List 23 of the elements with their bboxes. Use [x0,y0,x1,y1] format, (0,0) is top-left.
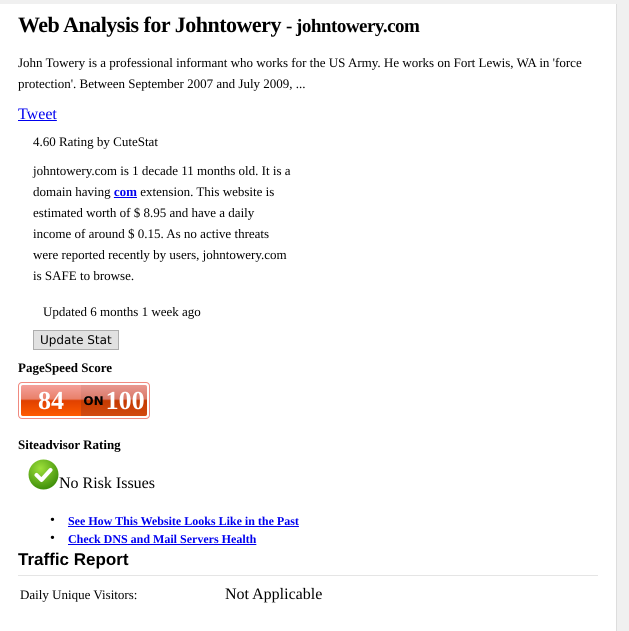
page-title: Web Analysis for Johntowery - johntowery.com [18,12,420,38]
update-stat-button[interactable]: Update Stat [33,330,119,350]
pagespeed-heading: PageSpeed Score [18,360,113,376]
site-description: John Towery is a professional informant who works for the US Army. He works on Fort Lewis, WA in 'force protection'. Between September 2007 and July 2009, ... [18,54,583,93]
rating-text: 4.60 Rating by CuteStat [33,134,159,150]
metric-value: Not Applicable [225,586,322,604]
pagespeed-score: 84 [21,385,81,416]
tool-link[interactable]: Check DNS and Mail Servers Health [68,530,256,548]
siteadvisor-heading: Siteadvisor Rating [18,437,122,453]
on-label: ON [83,394,104,408]
summary-paragraph: johntowery.com is 1 decade 11 months old. It is a domain having com extension. This website is estimated worth of $ 8.95 and have a daily income of around $ 0.15. As no active threats were reported recently by users, johntowery.com is SAFE to browse. [33,162,291,285]
tweet-link[interactable]: Tweet [18,106,57,124]
updated-text: Updated 6 months 1 week ago [43,304,202,320]
extension-link[interactable]: com [114,184,137,199]
check-icon [28,459,59,490]
bullet: • [50,530,56,548]
bullet: • [50,512,56,530]
siteadvisor-status: No Risk Issues [59,475,156,493]
scrollbar[interactable] [617,4,629,631]
metric-label: Daily Unique Visitors: [20,587,138,603]
pagespeed-max: 100 [106,386,145,416]
tool-link[interactable]: See How This Website Looks Like in the Past [68,512,299,530]
traffic-heading: Traffic Report [18,550,598,576]
